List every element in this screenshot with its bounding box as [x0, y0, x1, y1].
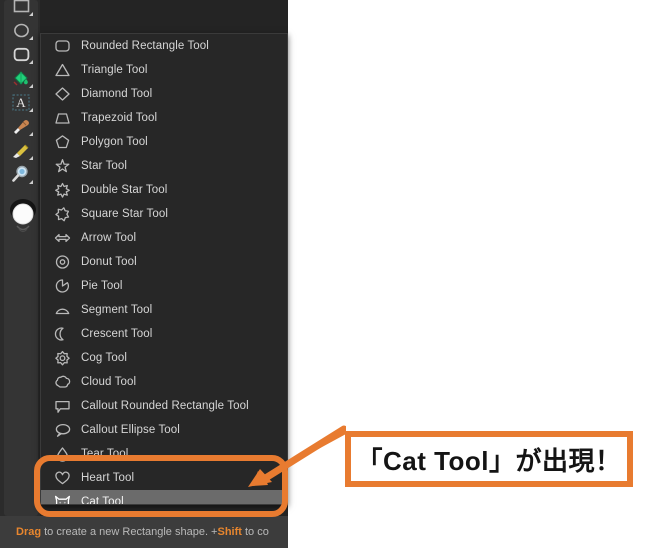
pie-icon [51, 277, 73, 295]
pentagon-icon [51, 133, 73, 151]
menu-item[interactable]: Crescent Tool [41, 322, 287, 346]
menu-item[interactable]: Triangle Tool [41, 58, 287, 82]
tool-overflow-corner-icon [29, 180, 33, 184]
menu-item-label: Tear Tool [81, 448, 129, 460]
trapezoid-icon [51, 109, 73, 127]
double-arrow-icon [51, 229, 73, 247]
menu-item-label: Diamond Tool [81, 88, 153, 100]
diamond-icon [51, 85, 73, 103]
heart-icon [51, 469, 73, 487]
tool-button-fill-tool[interactable] [7, 66, 35, 90]
menu-item-label: Trapezoid Tool [81, 112, 158, 124]
menu-item-label: Star Tool [81, 160, 128, 172]
rounded-rectangle-icon [51, 37, 73, 55]
tool-button-rounded-rectangle-tool[interactable] [7, 42, 35, 66]
shape-tool-flyout[interactable]: Rounded Rectangle Tool Triangle Tool Diamo… [40, 33, 288, 505]
tool-button-ellipse-tool[interactable] [7, 18, 35, 42]
menu-item-label: Callout Ellipse Tool [81, 424, 180, 436]
tool-overflow-corner-icon [29, 132, 33, 136]
status-text-main: to create a new Rectangle shape. + [41, 526, 218, 538]
menu-item[interactable]: Arrow Tool [41, 226, 287, 250]
annotation-callout-box: 「Cat Tool」が出現！ [345, 431, 633, 487]
menu-item-label: Cloud Tool [81, 376, 137, 388]
menu-item[interactable]: Trapezoid Tool [41, 106, 287, 130]
square-star-icon [51, 205, 73, 223]
status-hint-bar: Drag to create a new Rectangle shape. +S… [0, 516, 288, 548]
menu-item[interactable]: Cog Tool [41, 346, 287, 370]
menu-item-label: Pie Tool [81, 280, 123, 292]
paint-brush-icon [11, 117, 31, 135]
menu-item[interactable]: Tear Tool [41, 442, 287, 466]
tool-overflow-corner-icon [29, 12, 33, 16]
tool-overflow-corner-icon [29, 156, 33, 160]
rectangle-icon [13, 0, 30, 13]
menu-item[interactable]: Star Tool [41, 154, 287, 178]
menu-item[interactable]: Double Star Tool [41, 178, 287, 202]
tool-overflow-corner-icon [29, 84, 33, 88]
menu-item[interactable]: Square Star Tool [41, 202, 287, 226]
menu-item-label: Polygon Tool [81, 136, 148, 148]
ellipse-icon [13, 23, 30, 38]
donut-icon [51, 253, 73, 271]
status-drag-keyword: Drag [16, 526, 42, 538]
menu-item[interactable]: Rounded Rectangle Tool [41, 34, 287, 58]
callout-rounded-rectangle-icon [51, 397, 73, 415]
application-window: A Rounded Rectangle Tool Triangle Tool D… [0, 0, 288, 548]
tool-button-text-tool[interactable]: A [7, 90, 35, 114]
color-swatch[interactable] [8, 196, 38, 242]
text-a-icon: A [12, 94, 30, 111]
tool-button-rectangle-tool[interactable] [7, 0, 35, 18]
pencil-icon [11, 141, 31, 159]
menu-item[interactable]: Callout Ellipse Tool [41, 418, 287, 442]
menu-item-label: Donut Tool [81, 256, 137, 268]
tear-icon [51, 445, 73, 463]
menu-item-label: Cat Tool [81, 496, 124, 505]
menu-item-label: Crescent Tool [81, 328, 153, 340]
tool-button-pencil-tool[interactable] [7, 138, 35, 162]
menu-item[interactable]: Polygon Tool [41, 130, 287, 154]
cloud-icon [51, 373, 73, 391]
tool-overflow-corner-icon [29, 108, 33, 112]
menu-item-label: Segment Tool [81, 304, 153, 316]
menu-item-label: Arrow Tool [81, 232, 137, 244]
menu-item[interactable]: Heart Tool [41, 466, 287, 490]
triangle-icon [51, 61, 73, 79]
fill-bucket-icon [11, 69, 31, 87]
left-tool-palette: A [4, 0, 38, 516]
menu-item-label: Callout Rounded Rectangle Tool [81, 400, 249, 412]
menu-item-selected[interactable]: Cat Tool [41, 490, 287, 505]
menu-item[interactable]: Diamond Tool [41, 82, 287, 106]
callout-ellipse-icon [51, 421, 73, 439]
menu-item-label: Triangle Tool [81, 64, 148, 76]
menu-item[interactable]: Callout Rounded Rectangle Tool [41, 394, 287, 418]
menu-item[interactable]: Cloud Tool [41, 370, 287, 394]
annotation-callout-text: 「Cat Tool」が出現！ [356, 445, 622, 476]
double-star-icon [51, 181, 73, 199]
status-shift-keyword: Shift [217, 526, 242, 538]
menu-item[interactable]: Donut Tool [41, 250, 287, 274]
menu-item-label: Cog Tool [81, 352, 127, 364]
menu-item-label: Rounded Rectangle Tool [81, 40, 209, 52]
svg-text:A: A [16, 95, 26, 110]
crescent-icon [51, 325, 73, 343]
cat-icon [51, 493, 73, 504]
menu-item[interactable]: Segment Tool [41, 298, 287, 322]
menu-item-label: Heart Tool [81, 472, 135, 484]
magnifier-icon [11, 165, 31, 183]
tool-overflow-corner-icon [29, 60, 33, 64]
star-icon [51, 157, 73, 175]
rounded-rectangle-icon [13, 47, 30, 62]
tool-button-paint-brush-tool[interactable] [7, 114, 35, 138]
menu-item[interactable]: Pie Tool [41, 274, 287, 298]
tool-overflow-corner-icon [29, 36, 33, 40]
screenshot-root: A Rounded Rectangle Tool Triangle Tool D… [0, 0, 650, 548]
segment-icon [51, 301, 73, 319]
status-text-suffix: to co [241, 526, 269, 538]
menu-item-label: Double Star Tool [81, 184, 168, 196]
tool-button-zoom-tool[interactable] [7, 162, 35, 186]
menu-item-label: Square Star Tool [81, 208, 169, 220]
cog-icon [51, 349, 73, 367]
